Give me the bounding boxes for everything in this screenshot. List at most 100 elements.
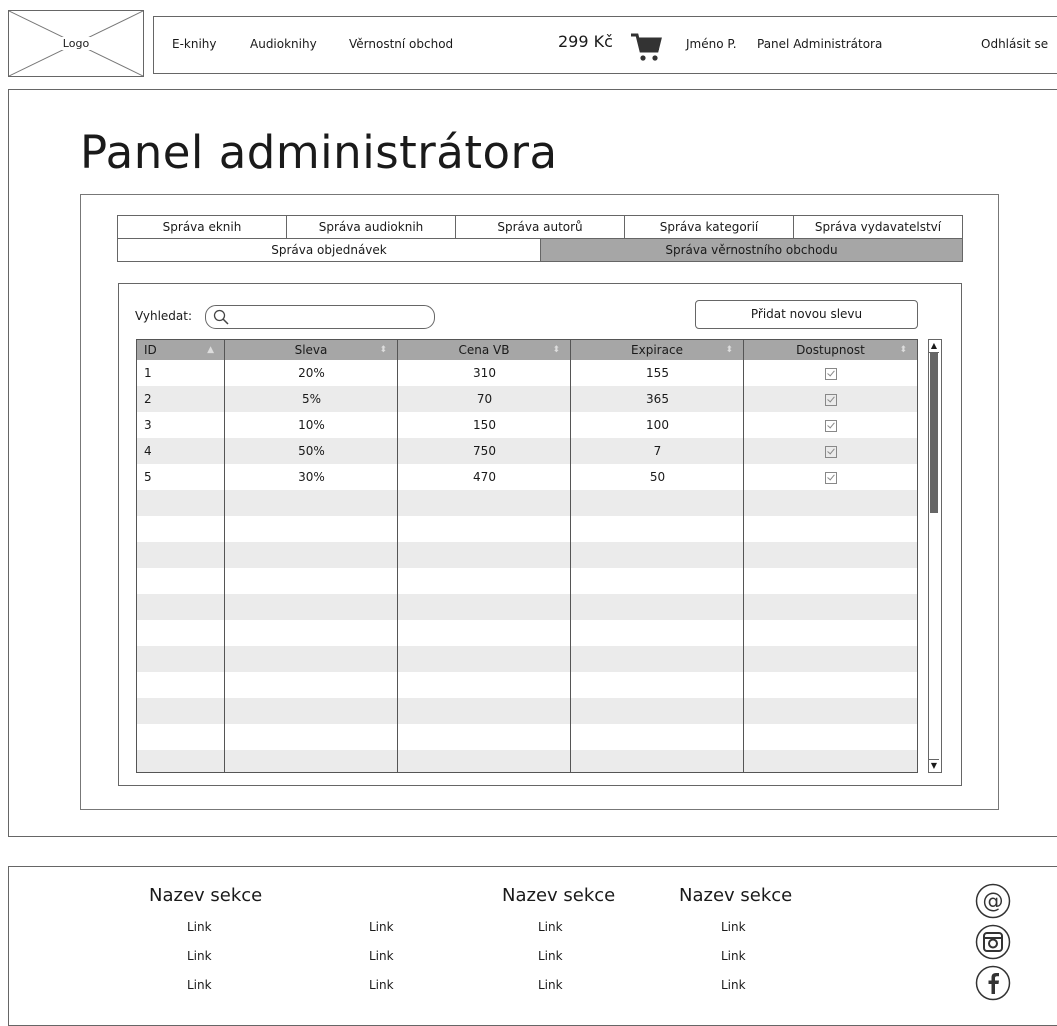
- search-input[interactable]: [205, 305, 435, 329]
- table-row[interactable]: 4 50% 750 7: [137, 438, 917, 464]
- footer-link[interactable]: Link: [721, 978, 746, 992]
- column-divider: [570, 340, 571, 772]
- tab-publishers[interactable]: Správa vydavatelství: [793, 215, 963, 239]
- tab-audiobooks[interactable]: Správa audioknih: [286, 215, 456, 239]
- column-header-label: ID: [144, 343, 157, 357]
- table-row: [137, 698, 917, 724]
- footer-section-title: Nazev sekce: [149, 885, 263, 906]
- scroll-up-icon[interactable]: ▲: [929, 340, 939, 353]
- table-row[interactable]: 5 30% 470 50: [137, 464, 917, 490]
- svg-text:@: @: [983, 889, 1004, 913]
- logo-text: Logo: [59, 37, 93, 50]
- column-header-label: Dostupnost: [796, 343, 865, 357]
- tab-ebooks[interactable]: Správa eknih: [117, 215, 287, 239]
- search-label: Vyhledat:: [135, 309, 193, 323]
- footer-link[interactable]: Link: [187, 949, 212, 963]
- table-cell-sleva: 5%: [301, 392, 322, 406]
- column-header-label: Expirace: [631, 343, 683, 357]
- discount-table: ID ▲ Sleva ⬍ Cena VB ⬍ Expirace ⬍ Dostupnost…: [136, 339, 918, 773]
- tab-orders[interactable]: Správa objednávek: [117, 238, 541, 262]
- column-header-expirace[interactable]: Expirace ⬍: [571, 340, 744, 360]
- footer-link[interactable]: Link: [187, 978, 212, 992]
- availability-checkbox[interactable]: [824, 471, 837, 484]
- table-cell-expirace: 365: [646, 392, 669, 406]
- footer-link[interactable]: Link: [721, 949, 746, 963]
- footer-link[interactable]: Link: [538, 920, 563, 934]
- column-header-dostupnost[interactable]: Dostupnost ⬍: [744, 340, 917, 360]
- logout-link[interactable]: Odhlásit se: [981, 37, 1048, 51]
- footer-link[interactable]: Link: [538, 978, 563, 992]
- availability-checkbox[interactable]: [824, 419, 837, 432]
- availability-checkbox[interactable]: [824, 393, 837, 406]
- table-row: [137, 646, 917, 672]
- table-cell-sleva: 20%: [298, 366, 325, 380]
- availability-checkbox[interactable]: [824, 445, 837, 458]
- footer-link[interactable]: Link: [538, 949, 563, 963]
- column-header-sleva[interactable]: Sleva ⬍: [225, 340, 398, 360]
- table-row: [137, 490, 917, 516]
- availability-checkbox[interactable]: [824, 367, 837, 380]
- table-row: [137, 568, 917, 594]
- footer-link[interactable]: Link: [369, 949, 394, 963]
- table-cell-dostupnost: [744, 438, 917, 464]
- sort-asc-icon[interactable]: ▲: [207, 340, 214, 360]
- sort-icon[interactable]: ⬍: [899, 340, 907, 360]
- table-row[interactable]: 3 10% 150 100: [137, 412, 917, 438]
- table-cell-sleva: 30%: [298, 470, 325, 484]
- search-icon: [213, 309, 229, 325]
- scrollbar-thumb[interactable]: [930, 353, 938, 513]
- cart-price: 299 Kč: [558, 32, 613, 51]
- table-scrollbar[interactable]: ▲ ▼: [928, 339, 942, 773]
- footer-section-title: Nazev sekce: [502, 885, 616, 906]
- footer-link[interactable]: Link: [721, 920, 746, 934]
- nav-ebooks[interactable]: E-knihy: [172, 37, 217, 51]
- table-cell-sleva: 10%: [298, 418, 325, 432]
- footer-link[interactable]: Link: [369, 978, 394, 992]
- table-cell-dostupnost: [744, 464, 917, 490]
- table-cell-expirace: 155: [646, 366, 669, 380]
- add-discount-button[interactable]: Přidat novou slevu: [695, 300, 918, 329]
- sort-icon[interactable]: ⬍: [725, 340, 733, 360]
- top-navigation: E-knihy Audioknihy Věrnostní obchod 299 …: [153, 16, 1057, 74]
- table-cell-id: 4: [144, 444, 152, 458]
- facebook-icon[interactable]: [975, 965, 1011, 1001]
- column-divider: [397, 340, 398, 772]
- table-row: [137, 620, 917, 646]
- tab-authors[interactable]: Správa autorů: [455, 215, 625, 239]
- column-header-id[interactable]: ID ▲: [137, 340, 225, 360]
- scroll-down-icon[interactable]: ▼: [929, 759, 939, 772]
- table-row: [137, 672, 917, 698]
- footer-link[interactable]: Link: [187, 920, 212, 934]
- nav-loyalty-shop[interactable]: Věrnostní obchod: [349, 37, 453, 51]
- table-cell-cena: 310: [473, 366, 496, 380]
- table-cell-dostupnost: [744, 386, 917, 412]
- user-name[interactable]: Jméno P.: [686, 37, 737, 51]
- table-row: [137, 542, 917, 568]
- table-cell-dostupnost: [744, 360, 917, 386]
- instagram-icon[interactable]: [975, 924, 1011, 960]
- column-divider: [224, 340, 225, 772]
- table-cell-expirace: 50: [649, 470, 666, 484]
- table-cell-sleva: 50%: [298, 444, 325, 458]
- page-title: Panel administrátora: [80, 126, 558, 179]
- sort-icon[interactable]: ⬍: [379, 340, 387, 360]
- table-row: [137, 516, 917, 542]
- logo[interactable]: Logo: [8, 10, 144, 77]
- column-header-cena[interactable]: Cena VB ⬍: [398, 340, 571, 360]
- table-cell-expirace: 7: [653, 444, 662, 458]
- table-row[interactable]: 2 5% 70 365: [137, 386, 917, 412]
- table-cell-cena: 750: [473, 444, 496, 458]
- footer: Nazev sekce Nazev sekce Nazev sekce Link…: [8, 866, 1057, 1026]
- cart-icon[interactable]: [628, 29, 664, 65]
- sort-icon[interactable]: ⬍: [552, 340, 560, 360]
- nav-audiobooks[interactable]: Audioknihy: [250, 37, 317, 51]
- tab-loyalty-shop[interactable]: Správa věrnostního obchodu: [540, 238, 963, 262]
- nav-admin-panel[interactable]: Panel Administrátora: [757, 37, 882, 51]
- at-icon[interactable]: @: [975, 883, 1011, 919]
- tab-categories[interactable]: Správa kategorií: [624, 215, 794, 239]
- column-header-label: Sleva: [294, 343, 328, 357]
- table-row[interactable]: 1 20% 310 155: [137, 360, 917, 386]
- table-cell-cena: 150: [473, 418, 496, 432]
- footer-link[interactable]: Link: [369, 920, 394, 934]
- table-cell-id: 3: [144, 418, 152, 432]
